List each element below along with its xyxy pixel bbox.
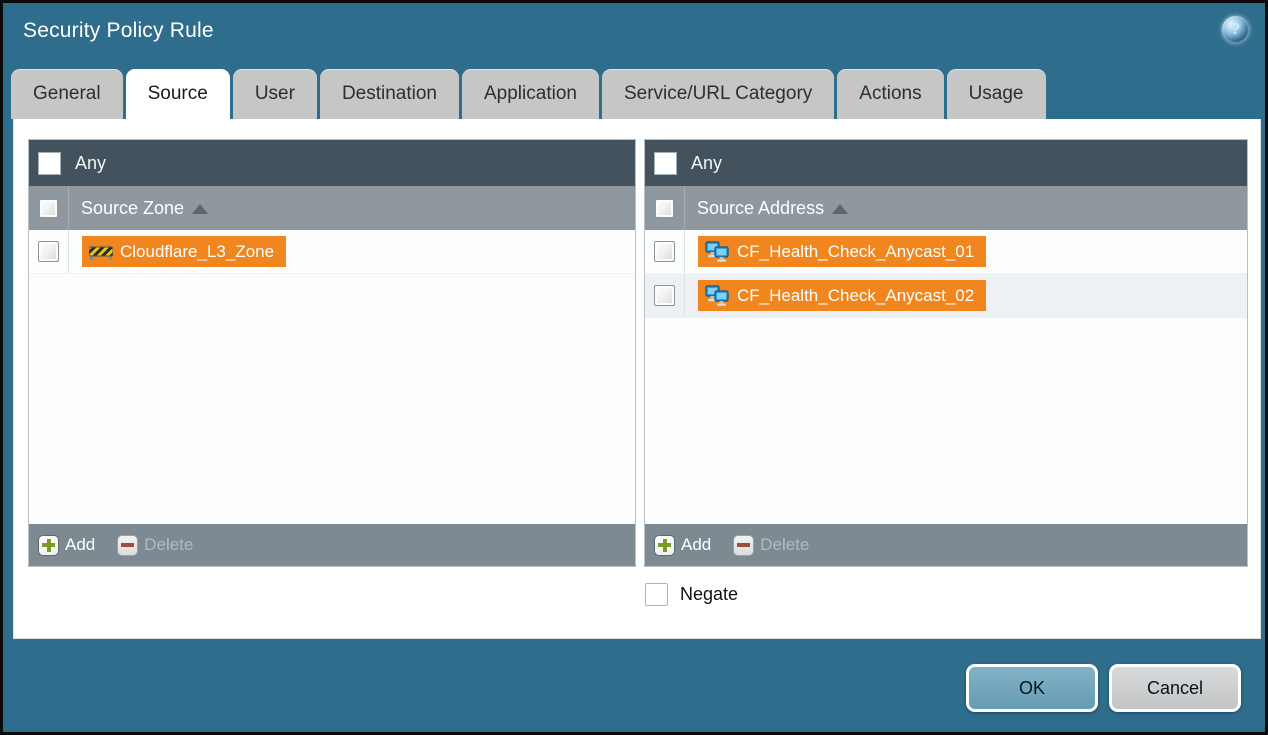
tab-application[interactable]: Application [462,69,599,119]
security-policy-rule-dialog: Security Policy Rule ? General Source Us… [0,0,1268,735]
source-address-select-all-cell [645,186,685,230]
ok-button[interactable]: OK [966,664,1098,712]
help-icon[interactable]: ? [1222,16,1249,43]
source-address-any-bar: Any [645,140,1247,186]
minus-icon [733,535,754,556]
plus-icon [38,535,59,556]
address-icon [705,241,730,262]
source-zone-toolbar: Add Delete [29,524,635,566]
source-zone-column-title[interactable]: Source Zone [81,198,208,219]
source-address-toolbar: Add Delete [645,524,1247,566]
source-zone-select-all-checkbox[interactable] [39,199,58,218]
minus-icon [117,535,138,556]
add-button-label: Add [65,535,95,555]
tab-usage[interactable]: Usage [947,69,1046,119]
source-tab-content: Any Source Zone [13,119,1261,639]
source-address-row-checkbox-2[interactable] [654,285,675,306]
source-address-add-button[interactable]: Add [654,535,711,556]
row-checkbox-cell [645,230,685,273]
negate-checkbox[interactable] [645,583,668,606]
source-zone-any-checkbox[interactable] [38,152,61,175]
source-zone-panel: Any Source Zone [28,139,636,567]
source-address-select-all-checkbox[interactable] [655,199,674,218]
source-address-column-label: Source Address [697,198,824,219]
source-zone-column-label: Source Zone [81,198,184,219]
source-zone-list: Cloudflare_L3_Zone [29,230,635,524]
source-zone-item[interactable]: Cloudflare_L3_Zone [82,236,286,267]
source-zone-row: Cloudflare_L3_Zone [29,230,635,274]
row-checkbox-cell [645,274,685,317]
source-address-list: CF_Health_Check_Anycast_01 [645,230,1247,524]
add-button-label: Add [681,535,711,555]
cancel-button[interactable]: Cancel [1109,664,1241,712]
source-zone-column-header: Source Zone [29,186,635,230]
negate-label: Negate [680,584,738,605]
source-address-any-checkbox[interactable] [654,152,677,175]
tab-user[interactable]: User [233,69,317,119]
tab-service-url-category[interactable]: Service/URL Category [602,69,834,119]
zone-icon [89,242,113,261]
tab-source[interactable]: Source [126,69,230,119]
address-icon [705,285,730,306]
delete-button-label: Delete [760,535,809,555]
source-zone-delete-button[interactable]: Delete [117,535,193,556]
plus-icon [654,535,675,556]
source-address-column-title[interactable]: Source Address [697,198,848,219]
tab-actions[interactable]: Actions [837,69,943,119]
dialog-button-row: OK Cancel [966,664,1241,712]
dialog-titlebar: Security Policy Rule ? [3,3,1265,66]
source-address-row: CF_Health_Check_Anycast_02 [645,274,1247,318]
source-zone-any-label: Any [75,153,106,174]
row-checkbox-cell [29,230,69,273]
tab-general[interactable]: General [11,69,123,119]
source-zone-item-label: Cloudflare_L3_Zone [120,242,274,262]
source-address-any-label: Any [691,153,722,174]
source-address-item-1[interactable]: CF_Health_Check_Anycast_01 [698,236,986,267]
source-address-delete-button[interactable]: Delete [733,535,809,556]
source-zone-select-all-cell [29,186,69,230]
source-address-item-label: CF_Health_Check_Anycast_01 [737,242,974,262]
source-address-row: CF_Health_Check_Anycast_01 [645,230,1247,274]
source-address-column-header: Source Address [645,186,1247,230]
sort-asc-triangle-icon [832,204,848,214]
sort-asc-triangle-icon [192,204,208,214]
source-address-item-label: CF_Health_Check_Anycast_02 [737,286,974,306]
source-zone-add-button[interactable]: Add [38,535,95,556]
source-address-row-checkbox-1[interactable] [654,241,675,262]
negate-row: Negate [645,583,738,606]
source-zone-row-checkbox[interactable] [38,241,59,262]
tab-bar: General Source User Destination Applicat… [11,69,1046,119]
source-address-item-2[interactable]: CF_Health_Check_Anycast_02 [698,280,986,311]
source-address-panel: Any Source Address [644,139,1248,567]
source-zone-any-bar: Any [29,140,635,186]
delete-button-label: Delete [144,535,193,555]
dialog-title: Security Policy Rule [23,19,214,43]
tab-destination[interactable]: Destination [320,69,459,119]
